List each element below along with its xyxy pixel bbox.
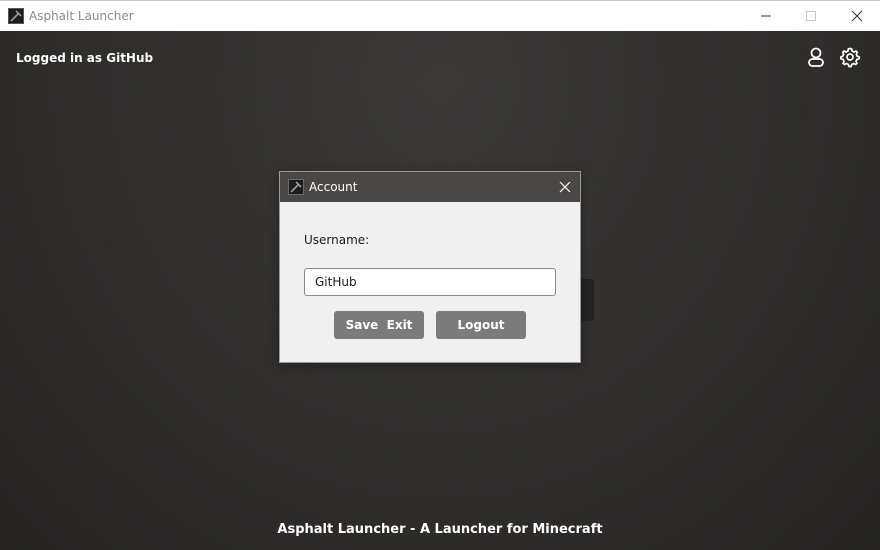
dialog-close-button[interactable] — [556, 178, 574, 196]
dialog-titlebar[interactable]: Account — [280, 172, 580, 202]
window-title: Asphalt Launcher — [29, 9, 134, 23]
user-icon[interactable] — [805, 46, 827, 68]
dialog-title: Account — [309, 180, 358, 194]
account-dialog: Account Username: Save Exit Logout — [279, 171, 581, 363]
minimize-icon — [761, 15, 771, 17]
close-icon — [851, 10, 863, 22]
minimize-button[interactable] — [743, 1, 789, 31]
username-input[interactable] — [304, 268, 556, 296]
login-status: Logged in as GitHub — [16, 51, 154, 65]
app-logo-icon — [8, 8, 24, 24]
app-logo-icon — [288, 179, 304, 195]
logout-button[interactable]: Logout — [436, 311, 526, 339]
gear-icon[interactable] — [839, 46, 861, 68]
maximize-button[interactable] — [788, 1, 834, 31]
close-icon — [559, 181, 571, 193]
save-exit-button[interactable]: Save Exit — [334, 311, 424, 339]
username-label: Username: — [304, 233, 370, 247]
close-window-button[interactable] — [834, 1, 880, 31]
footer-text: Asphalt Launcher - A Launcher for Minecr… — [277, 522, 603, 537]
maximize-icon — [806, 11, 816, 21]
window-titlebar[interactable]: Asphalt Launcher — [0, 0, 880, 31]
